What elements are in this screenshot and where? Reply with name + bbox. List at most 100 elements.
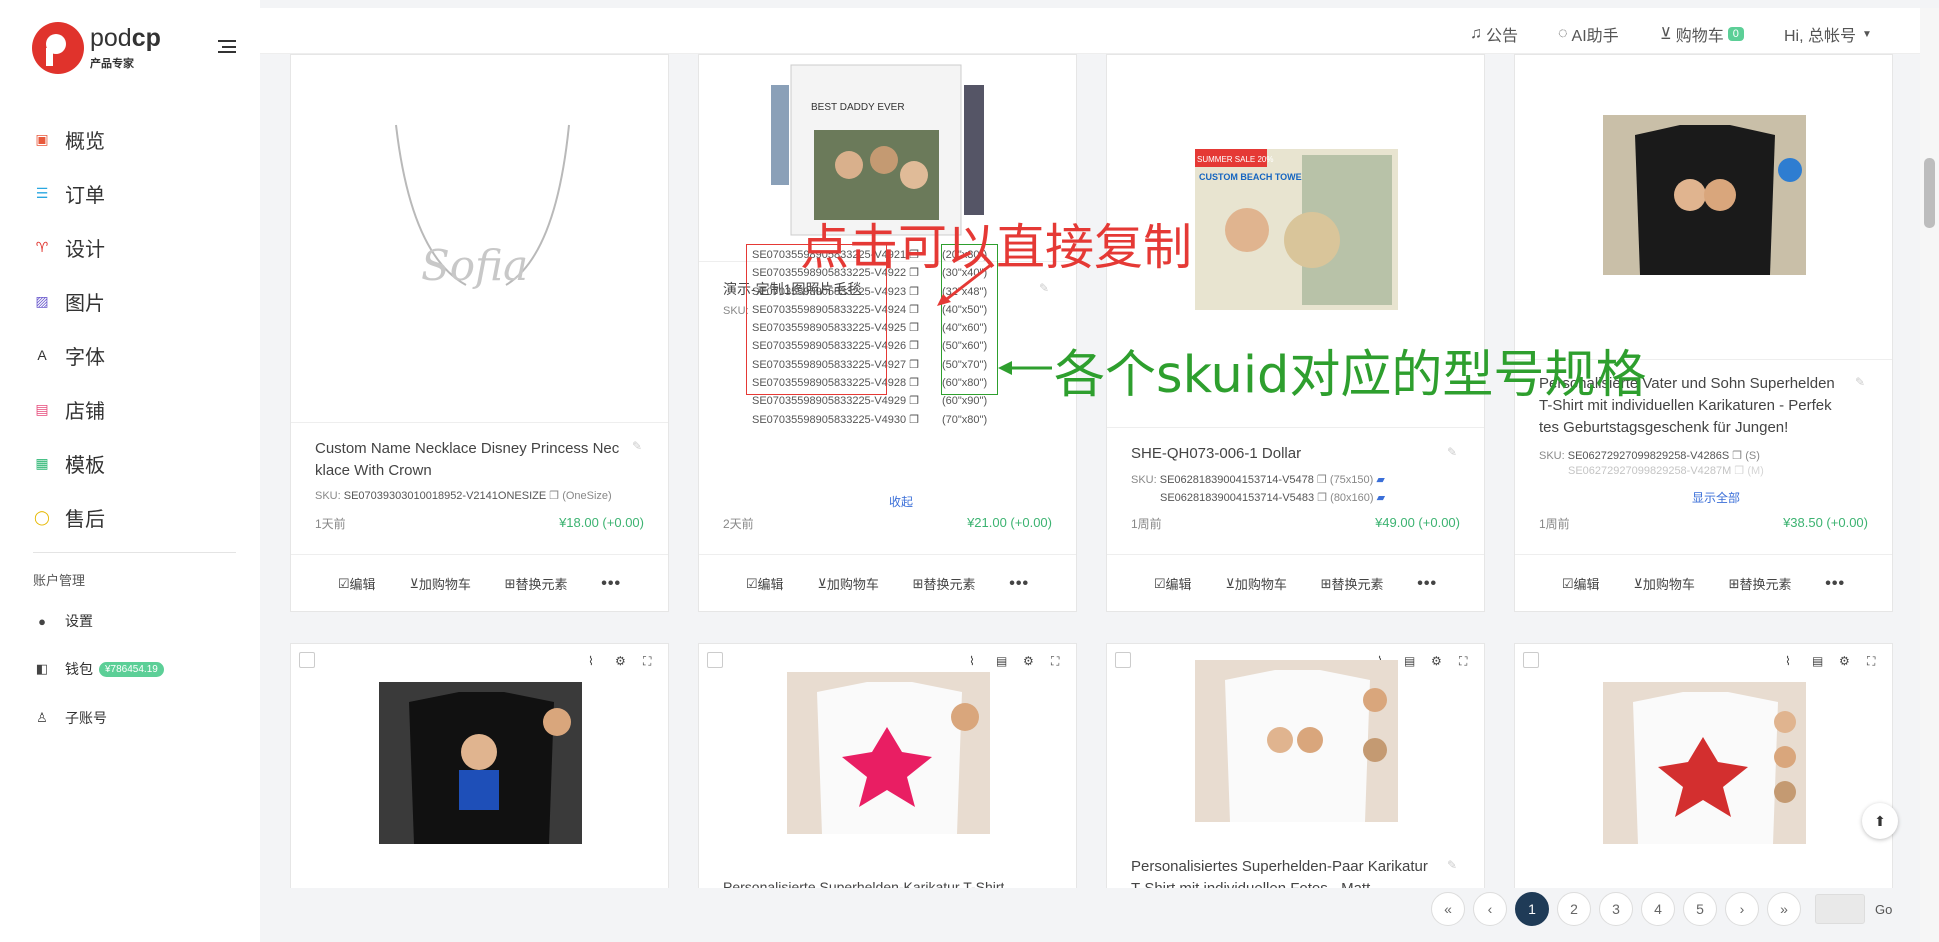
tshirt-image[interactable] [1603, 682, 1806, 844]
next-page-button[interactable]: › [1725, 892, 1759, 926]
page-button[interactable]: 2 [1557, 892, 1591, 926]
fullscreen-icon[interactable]: ⛶ [1051, 654, 1059, 669]
nav-item-fonts[interactable]: A 字体 [0, 328, 260, 382]
grid-icon: ⊞ [1728, 575, 1740, 591]
edit-icon: ☑ [337, 575, 350, 591]
podcp-logo[interactable] [32, 22, 84, 74]
store-icon[interactable]: ▤ [996, 654, 1007, 668]
ai-label: AI助手 [1571, 28, 1619, 45]
select-checkbox[interactable] [707, 652, 723, 668]
copy-icon[interactable]: ❐ [549, 490, 559, 502]
nav-item-subaccount[interactable]: ♙ 子账号 [33, 703, 253, 733]
more-button[interactable]: ••• [1825, 575, 1845, 593]
select-checkbox[interactable] [1523, 652, 1539, 668]
first-page-button[interactable]: « [1431, 892, 1465, 926]
add-cart-button[interactable]: ⊻ 加购物车 [409, 574, 471, 593]
note-icon[interactable]: ▰ [1376, 474, 1384, 486]
nav-item-stores[interactable]: ▤ 店铺 [0, 382, 260, 436]
edit-button[interactable]: ☑ 编辑 [1562, 574, 1600, 593]
copy-icon[interactable]: ❐ [1317, 474, 1327, 486]
replace-element-button[interactable]: ⊞ 替换元素 [1321, 574, 1384, 593]
notice-link[interactable]: ♫ 公告 [1470, 22, 1518, 46]
nav-item-templates[interactable]: ▦ 模板 [0, 436, 260, 490]
page-jump-input[interactable] [1815, 894, 1865, 924]
tshirt-image[interactable] [787, 672, 990, 834]
nav-item-settings[interactable]: ● 设置 [33, 606, 253, 636]
edit-button[interactable]: ☑ 编辑 [1154, 574, 1192, 593]
nav-item-overview[interactable]: ▣ 概览 [0, 112, 260, 166]
sku-code[interactable]: SE06272927099829258-V4286S [1568, 450, 1729, 462]
sku-code[interactable]: SE07039303010018952-V2141ONESIZE [344, 490, 546, 502]
page-button[interactable]: 1 [1515, 892, 1549, 926]
product-image[interactable]: Sofia [291, 55, 668, 423]
select-checkbox[interactable] [1115, 652, 1131, 668]
attachment-icon[interactable]: ⌇ [588, 654, 594, 668]
add-cart-button[interactable]: ⊻ 加购物车 [817, 574, 879, 593]
page-button[interactable]: 4 [1641, 892, 1675, 926]
edit-title-icon[interactable]: ✎ [1447, 445, 1457, 459]
sku-code[interactable]: SE06272927099829258-V4287M [1568, 465, 1731, 477]
page-button[interactable]: 3 [1599, 892, 1633, 926]
ai-assistant-link[interactable]: ◌ AI助手 [1558, 22, 1619, 46]
settings-icon[interactable]: ⚙ [1431, 654, 1442, 668]
list-icon: ☰ [35, 184, 49, 201]
nav-item-orders[interactable]: ☰ 订单 [0, 166, 260, 220]
prev-page-button[interactable]: ‹ [1473, 892, 1507, 926]
sku-code[interactable]: SE06281839004153714-V5478 [1160, 474, 1314, 486]
sku-item[interactable]: SE07035598905833225-V4930 ❐ [752, 411, 919, 429]
product-image[interactable] [1515, 55, 1892, 360]
necklace-image: Sofia [395, 124, 570, 290]
edit-title-icon[interactable]: ✎ [1855, 375, 1865, 389]
tshirt-image[interactable] [1195, 660, 1398, 822]
replace-element-button[interactable]: ⊞ 替换元素 [913, 574, 976, 593]
add-cart-button[interactable]: ⊻ 加购物车 [1633, 574, 1695, 593]
menu-toggle-icon[interactable] [218, 40, 236, 53]
replace-element-button[interactable]: ⊞ 替换元素 [505, 574, 568, 593]
nav-item-images[interactable]: ▨ 图片 [0, 274, 260, 328]
tshirt-image[interactable] [379, 682, 582, 844]
store-icon[interactable]: ▤ [1404, 654, 1415, 668]
settings-icon[interactable]: ⚙ [1023, 654, 1034, 668]
show-all-link[interactable]: 显示全部 [1692, 489, 1740, 506]
nav-item-design[interactable]: ♈ 设计 [0, 220, 260, 274]
copy-icon: ❐ [909, 285, 920, 298]
more-button[interactable]: ••• [601, 575, 621, 593]
nav-label: 模板 [65, 454, 105, 477]
sku-code[interactable]: SE06281839004153714-V5483 [1160, 492, 1314, 504]
attachment-icon[interactable]: ⌇ [969, 654, 975, 668]
copy-icon[interactable]: ❐ [1734, 465, 1744, 477]
settings-icon[interactable]: ⚙ [615, 654, 626, 668]
cart-link[interactable]: ⊻ 购物车 0 [1660, 22, 1744, 46]
replace-element-button[interactable]: ⊞ 替换元素 [1729, 574, 1792, 593]
edit-title-icon[interactable]: ✎ [1447, 858, 1457, 872]
nav-item-wallet[interactable]: ◧ 钱包 ¥786454.19 [33, 654, 253, 684]
select-checkbox[interactable] [299, 652, 315, 668]
scrollbar-thumb[interactable] [1924, 158, 1935, 228]
nav-item-aftersales[interactable]: ◯ 售后 [0, 490, 260, 544]
edit-title-icon[interactable]: ✎ [632, 439, 642, 453]
copy-icon[interactable]: ❐ [1732, 450, 1742, 462]
add-cart-button[interactable]: ⊻ 加购物车 [1225, 574, 1287, 593]
fullscreen-icon[interactable]: ⛶ [643, 654, 651, 669]
last-page-button[interactable]: » [1767, 892, 1801, 926]
more-button[interactable]: ••• [1417, 575, 1437, 593]
store-icon[interactable]: ▤ [1812, 654, 1823, 668]
copy-icon[interactable]: ❐ [1317, 492, 1327, 504]
more-button[interactable]: ••• [1009, 575, 1029, 593]
scrollbar[interactable] [1920, 8, 1939, 942]
fullscreen-icon[interactable]: ⛶ [1459, 654, 1467, 669]
edit-button[interactable]: ☑ 编辑 [746, 574, 784, 593]
user-menu[interactable]: Hi, 总帐号 ▼ [1784, 22, 1872, 46]
edit-title-icon[interactable]: ✎ [1039, 281, 1049, 295]
settings-icon[interactable]: ⚙ [1839, 654, 1850, 668]
edit-button[interactable]: ☑ 编辑 [338, 574, 376, 593]
monitor-icon: ▣ [35, 130, 49, 147]
fullscreen-icon[interactable]: ⛶ [1867, 654, 1875, 669]
attachment-icon[interactable]: ⌇ [1785, 654, 1791, 668]
back-to-top-button[interactable]: ⬆ [1862, 803, 1898, 839]
collapse-link[interactable]: 收起 [889, 493, 913, 510]
note-icon[interactable]: ▰ [1377, 492, 1385, 504]
page-button[interactable]: 5 [1683, 892, 1717, 926]
sku-item[interactable]: SE07035598905833225-V4929 ❐ [752, 392, 919, 410]
go-button[interactable]: Go [1875, 902, 1892, 917]
